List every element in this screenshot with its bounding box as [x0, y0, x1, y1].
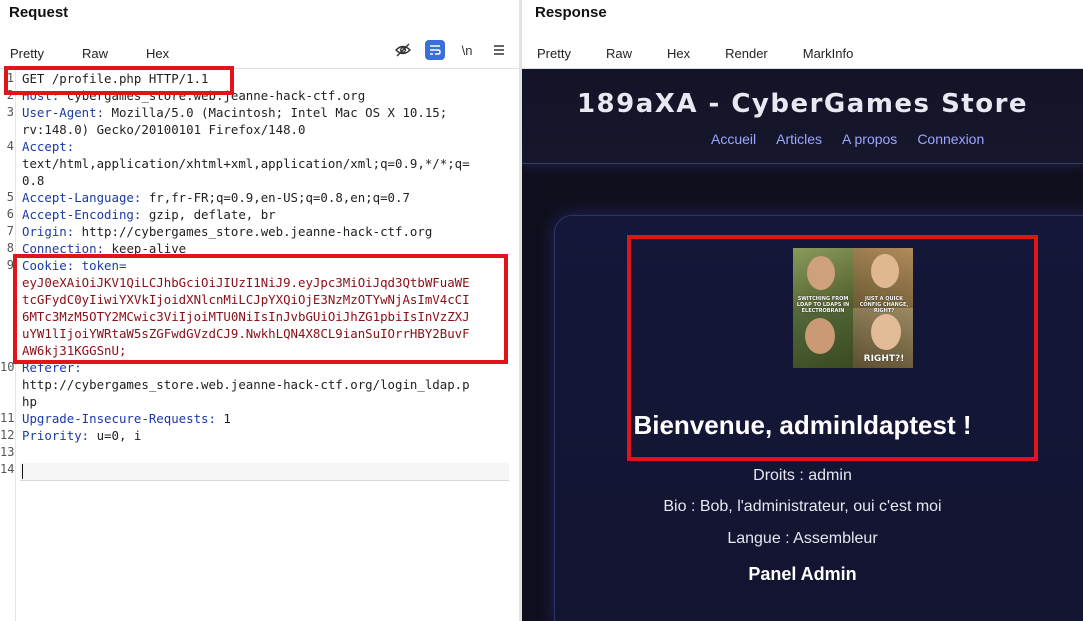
line-text: Accept: [22, 138, 74, 155]
response-tabs: Pretty Raw Hex Render MarkInfo [535, 42, 886, 71]
nav-link-connexion[interactable]: Connexion [917, 131, 984, 147]
line-text: Upgrade-Insecure-Requests: 1 [22, 410, 231, 427]
response-tab-hex[interactable]: Hex [665, 46, 692, 61]
header-name: User-Agent: [22, 105, 105, 120]
menu-icon[interactable] [489, 40, 509, 60]
site-nav: Accueil Articles A propos Connexion [711, 131, 984, 147]
line-text: hp [22, 393, 37, 410]
request-tab-hex[interactable]: Hex [144, 46, 171, 61]
line-text: 0.8 [22, 172, 44, 189]
wrap-lines-icon[interactable] [425, 40, 445, 60]
line-number: 13 [0, 445, 15, 459]
code-line: 13 [0, 444, 519, 461]
response-tab-pretty[interactable]: Pretty [535, 46, 573, 61]
response-tab-markinfo[interactable]: MarkInfo [801, 46, 856, 61]
header-name: Upgrade-Insecure-Requests: [22, 411, 216, 426]
code-line: hp [0, 393, 519, 410]
nav-link-articles[interactable]: Articles [776, 131, 822, 147]
code-line: http://cybergames_store.web.jeanne-hack-… [0, 376, 519, 393]
line-segment: http://cybergames_store.web.jeanne-hack-… [74, 224, 433, 239]
nav-link-a-propos[interactable]: A propos [842, 131, 897, 147]
line-number: 12 [0, 428, 15, 442]
line-text: Accept-Encoding: gzip, deflate, br [22, 206, 276, 223]
line-text: User-Agent: Mozilla/5.0 (Macintosh; Inte… [22, 104, 447, 121]
header-name: Accept-Language: [22, 190, 142, 205]
response-title: Response [535, 4, 607, 21]
line-number: 3 [6, 105, 14, 119]
line-segment: u=0, i [89, 428, 142, 443]
line-number: 4 [6, 139, 14, 153]
code-line: rv:148.0) Gecko/20100101 Firefox/148.0 [0, 121, 519, 138]
request-tab-pretty[interactable]: Pretty [8, 46, 46, 61]
code-line: 7 Origin: http://cybergames_store.web.jea… [0, 223, 519, 240]
request-pane: Request Pretty Raw Hex \n 1 GET /profile.… [0, 0, 519, 621]
header-name: Accept: [22, 139, 75, 154]
line-number: 11 [0, 411, 15, 425]
line-segment: 0.8 [22, 173, 45, 188]
line-segment: Mozilla/5.0 (Macintosh; Intel Mac OS X 1… [104, 105, 448, 120]
line-number: 8 [6, 241, 14, 255]
request-toolbar: \n [393, 40, 509, 60]
code-line: 12 Priority: u=0, i [0, 427, 519, 444]
code-line: 3 User-Agent: Mozilla/5.0 (Macintosh; Int… [0, 104, 519, 121]
droits-text: Droits : admin [753, 467, 852, 484]
line-number: 7 [6, 224, 14, 238]
line-number: 6 [6, 207, 14, 221]
rendered-page: 189aXA - CyberGames Store Accueil Articl… [522, 69, 1083, 621]
header-name: Origin: [22, 224, 75, 239]
code-line: 14 [0, 461, 519, 478]
newline-toggle-icon[interactable]: \n [457, 40, 477, 60]
line-segment: 1 [215, 411, 231, 426]
line-text: text/html,application/xhtml+xml,applicat… [22, 155, 470, 172]
response-tab-raw[interactable]: Raw [604, 46, 634, 61]
panel-admin-heading: Panel Admin [748, 564, 857, 584]
line-segment: http://cybergames_store.web.jeanne-hack-… [22, 377, 470, 392]
welcome-highlight-box [627, 235, 1038, 461]
line-number: 10 [0, 360, 15, 374]
header-name: Accept-Encoding: [22, 207, 142, 222]
line-text: rv:148.0) Gecko/20100101 Firefox/148.0 [22, 121, 305, 138]
request-title: Request [9, 4, 69, 21]
code-line: 11 Upgrade-Insecure-Requests: 1 [0, 410, 519, 427]
code-line: 0.8 [0, 172, 519, 189]
line-number: 9 [6, 258, 14, 272]
line-text: http://cybergames_store.web.jeanne-hack-… [22, 376, 470, 393]
line-segment: text/html,application/xhtml+xml,applicat… [22, 156, 470, 171]
request-tab-raw[interactable]: Raw [80, 46, 110, 61]
line-number: 5 [6, 190, 14, 204]
header-name: Priority: [22, 428, 90, 443]
nav-link-accueil[interactable]: Accueil [711, 131, 756, 147]
bio-text: Bio : Bob, l'administrateur, oui c'est m… [663, 498, 942, 515]
line-text: Priority: u=0, i [22, 427, 141, 444]
line-segment: hp [22, 394, 37, 409]
site-title: 189aXA - CyberGames Store [576, 89, 1029, 119]
line-text: Accept-Language: fr,fr-FR;q=0.9,en-US;q=… [22, 189, 410, 206]
langue-text: Langue : Assembleur [727, 530, 878, 547]
request-line-highlight-box [4, 66, 234, 95]
line-segment: rv:148.0) Gecko/20100101 Firefox/148.0 [22, 122, 306, 137]
code-line: text/html,application/xhtml+xml,applicat… [0, 155, 519, 172]
code-line: 5 Accept-Language: fr,fr-FR;q=0.9,en-US;q… [0, 189, 519, 206]
line-segment: gzip, deflate, br [141, 207, 276, 222]
response-tab-render[interactable]: Render [709, 46, 784, 71]
line-number: 14 [0, 462, 15, 476]
hide-eye-off-icon[interactable] [393, 40, 413, 60]
line-text: Origin: http://cybergames_store.web.jean… [22, 223, 432, 240]
line-segment: fr,fr-FR;q=0.9,en-US;q=0.8,en;q=0.7 [141, 190, 410, 205]
cookie-highlight-box [13, 254, 508, 364]
code-line: 6 Accept-Encoding: gzip, deflate, br [0, 206, 519, 223]
request-tabs: Pretty Raw Hex [8, 42, 205, 64]
code-line: 4 Accept: [0, 138, 519, 155]
